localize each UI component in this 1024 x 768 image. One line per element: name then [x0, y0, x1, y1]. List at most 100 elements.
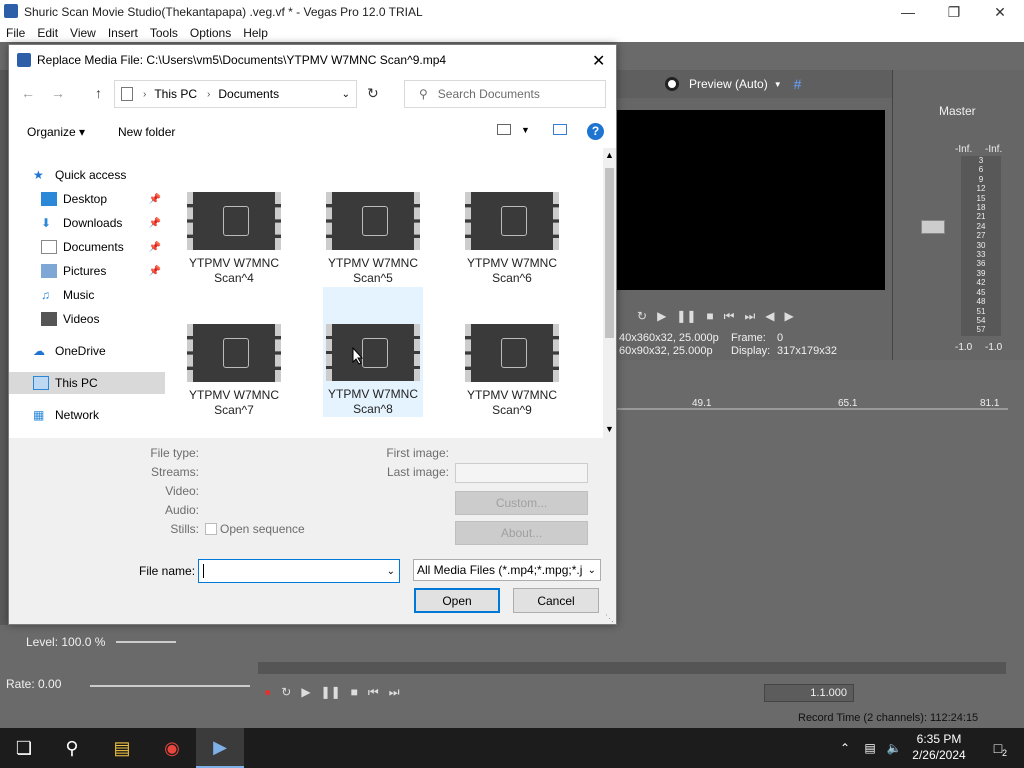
nav-documents[interactable]: Documents 📌 [9, 236, 165, 258]
windows-start-icon[interactable]: ❏ [0, 728, 48, 768]
chrome-icon[interactable]: ◉ [148, 728, 196, 768]
search-box[interactable]: ⚲ Search Documents [404, 80, 606, 108]
file-item[interactable]: YTPMV W7MNC Scan^6 [462, 188, 562, 316]
stop-icon[interactable]: ■ [706, 309, 713, 323]
search-icon[interactable]: ⚲ [48, 728, 96, 768]
volume-fader[interactable] [921, 220, 945, 234]
organize-button[interactable]: Organize ▾ [27, 125, 85, 139]
up-arrow-icon[interactable]: ↑ [95, 85, 102, 101]
view-options-icon[interactable] [497, 124, 511, 135]
chevron-down-icon[interactable]: ⌄ [342, 89, 350, 100]
nav-quick-access[interactable]: ★ Quick access [9, 164, 165, 186]
go-to-end-icon[interactable]: ⏭ [744, 309, 755, 324]
loop-icon[interactable]: ↻ [637, 309, 647, 323]
app-title-bar: Shuric Scan Movie Studio(Thekantapapa) .… [0, 0, 1024, 24]
last-image-field[interactable] [455, 463, 588, 483]
pause-icon[interactable]: ❚❚ [676, 309, 696, 323]
forward-arrow-icon[interactable]: → [51, 85, 65, 101]
resize-grip-icon[interactable]: ⋱ [605, 613, 614, 624]
file-name-input[interactable]: ⌄ [198, 559, 400, 583]
volume-icon[interactable]: 🔈 [882, 728, 906, 768]
maximize-button[interactable]: ❐ [931, 0, 977, 24]
preview-mode-icon[interactable] [665, 77, 679, 91]
go-to-start-icon[interactable]: ⏮ [724, 309, 735, 324]
file-item[interactable]: YTPMV W7MNC Scan^4 [184, 188, 284, 316]
file-item[interactable]: YTPMV W7MNC Scan^9 [462, 320, 562, 448]
nav-this-pc[interactable]: This PC [9, 372, 165, 394]
back-arrow-icon[interactable]: ← [21, 85, 35, 101]
chevron-down-icon[interactable]: ▼ [521, 125, 530, 135]
breadcrumb-this-pc[interactable]: This PC [154, 87, 197, 101]
menu-file[interactable]: File [0, 24, 31, 42]
address-bar[interactable]: › This PC › Documents ⌄ [114, 80, 357, 108]
refresh-icon[interactable]: ↻ [367, 85, 379, 102]
notifications-icon[interactable]: □ 2 [978, 728, 1018, 768]
meter-tick: 6 [978, 165, 984, 175]
play-icon[interactable]: ▶ [301, 685, 310, 699]
file-explorer-icon[interactable]: ▤ [98, 728, 146, 768]
star-icon: ★ [33, 168, 44, 182]
open-button[interactable]: Open [414, 588, 500, 613]
timeline-scrollbar[interactable] [258, 662, 1006, 674]
scroll-down-icon[interactable]: ▼ [605, 424, 614, 434]
nav-desktop[interactable]: Desktop 📌 [9, 188, 165, 210]
vegas-taskbar-icon[interactable]: ▶ [196, 728, 244, 768]
go-to-start-icon[interactable]: ⏮ [368, 685, 379, 700]
pin-icon: 📌 [148, 241, 161, 253]
network-icon[interactable]: ▤ [858, 728, 882, 768]
close-icon[interactable]: ✕ [592, 51, 605, 71]
go-to-end-icon[interactable]: ⏭ [389, 685, 400, 700]
menu-edit[interactable]: Edit [31, 24, 64, 42]
new-folder-button[interactable]: New folder [118, 125, 175, 139]
grid-icon[interactable]: # [794, 76, 802, 92]
help-icon[interactable]: ? [587, 123, 604, 140]
mouse-cursor-icon [352, 347, 364, 365]
chevron-down-icon[interactable]: ▼ [774, 80, 782, 89]
menu-view[interactable]: View [64, 24, 102, 42]
open-sequence-checkbox[interactable] [205, 523, 217, 535]
search-input[interactable]: Search Documents [438, 87, 540, 101]
nav-music[interactable]: ♫ Music [9, 284, 165, 306]
cloud-icon: ☁ [33, 344, 45, 358]
breadcrumb-documents[interactable]: Documents [218, 87, 279, 101]
loop-playback-icon[interactable]: ↻ [281, 685, 291, 699]
track-header-panel: Level: 100.0 % Rate: 0.00 [0, 625, 258, 710]
audio-label: Audio: [164, 503, 199, 517]
close-app-button[interactable]: ✕ [977, 0, 1023, 24]
preview-pane-icon[interactable] [553, 124, 567, 135]
play-from-start-icon[interactable]: ▶ [657, 309, 666, 323]
custom-button[interactable]: Custom... [455, 491, 588, 515]
scrollbar-thumb[interactable] [605, 168, 614, 338]
nav-pictures[interactable]: Pictures 📌 [9, 260, 165, 282]
record-icon[interactable]: ● [264, 685, 271, 699]
nav-network[interactable]: ▦ Network [9, 404, 165, 426]
about-button[interactable]: About... [455, 521, 588, 545]
menu-insert[interactable]: Insert [102, 24, 144, 42]
desktop-icon [41, 192, 57, 206]
nav-onedrive[interactable]: ☁ OneDrive [9, 340, 165, 362]
menu-options[interactable]: Options [184, 24, 237, 42]
file-item[interactable]: YTPMV W7MNC Scan^7 [184, 320, 284, 448]
file-list-scrollbar[interactable]: ▲ ▼ [603, 148, 616, 438]
menu-help[interactable]: Help [237, 24, 274, 42]
nav-downloads[interactable]: ⬇ Downloads 📌 [9, 212, 165, 234]
next-frame-icon[interactable]: ▶ [785, 309, 794, 323]
pause-icon[interactable]: ❚❚ [321, 685, 341, 699]
preview-mode-dropdown[interactable]: Preview (Auto) [689, 77, 768, 91]
clock[interactable]: 6:35 PM 2/26/2024 [904, 731, 974, 763]
rate-slider[interactable] [90, 685, 250, 687]
cursor-time-readout[interactable]: 1.1.000 [764, 684, 854, 702]
nav-videos[interactable]: Videos [9, 308, 165, 330]
prev-frame-icon[interactable]: ◀ [765, 309, 774, 323]
file-type-filter[interactable]: All Media Files (*.mp4;*.mpg;*.j ⌄ [413, 559, 601, 581]
menu-tools[interactable]: Tools [144, 24, 184, 42]
level-slider[interactable] [116, 641, 176, 643]
scroll-up-icon[interactable]: ▲ [605, 150, 614, 160]
minimize-button[interactable]: — [885, 0, 931, 24]
cancel-button[interactable]: Cancel [513, 588, 599, 613]
chevron-up-icon[interactable]: ⌃ [830, 728, 860, 768]
chevron-down-icon[interactable]: ⌄ [587, 564, 596, 576]
chevron-down-icon[interactable]: ⌄ [387, 566, 395, 577]
stop-icon[interactable]: ■ [351, 685, 358, 699]
file-item[interactable]: YTPMV W7MNC Scan^8 [323, 287, 423, 417]
